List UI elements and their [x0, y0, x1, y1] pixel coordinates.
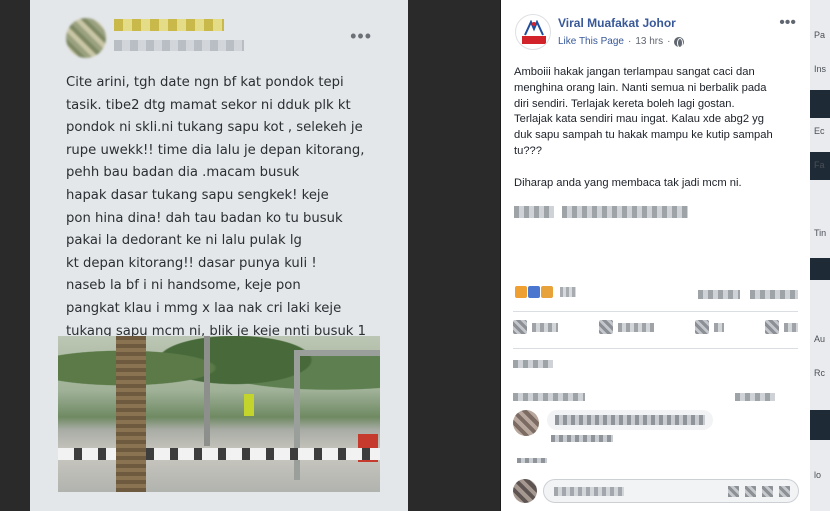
divider	[513, 311, 798, 312]
facebook-post-panel: Viral Muafakat Johor Like This Page · 13…	[501, 0, 810, 511]
gif-icon[interactable]	[762, 486, 773, 497]
write-comment-box	[513, 478, 799, 504]
comment-button[interactable]	[599, 320, 654, 334]
comment-input[interactable]	[543, 479, 799, 503]
shared-photo[interactable]: ••• Cite arini, tgh date ngn bf kat pond…	[0, 0, 500, 511]
blurred-comment-count	[698, 290, 740, 299]
page-logo-icon	[524, 20, 544, 36]
audience-selector[interactable]	[765, 320, 798, 334]
blurred-tag	[562, 206, 688, 218]
thumbs-up-icon	[513, 320, 527, 334]
sidebar-thumbnail	[810, 410, 830, 440]
divider	[513, 348, 798, 349]
like-reaction-icon	[515, 286, 527, 298]
blurred-avatar	[66, 18, 106, 58]
blurred-placeholder	[554, 487, 624, 496]
page-name-link[interactable]: Viral Muafakat Johor	[558, 16, 676, 30]
share-button[interactable]	[695, 320, 724, 334]
comment-tools	[728, 486, 790, 497]
page-logo-band	[522, 36, 546, 44]
blurred-share-count	[750, 290, 798, 299]
blurred-sort-label[interactable]	[513, 393, 585, 401]
comment-bubble	[547, 410, 713, 430]
like-page-link[interactable]: Like This Page	[558, 36, 624, 47]
comment-icon	[599, 320, 613, 334]
palm-trunk	[116, 336, 146, 492]
blurred-tag	[514, 206, 554, 218]
post-actions	[513, 320, 798, 334]
street-sweeper-figure	[244, 394, 254, 416]
painted-curb	[58, 448, 380, 460]
lamp-pole	[204, 336, 210, 446]
sidebar-thumbnail	[810, 258, 830, 280]
blurred-label	[532, 322, 558, 332]
blurred-reaction-count	[560, 287, 576, 297]
commenter-avatar[interactable]	[513, 410, 539, 436]
sidebar-item[interactable]: Fa	[814, 160, 825, 170]
camera-icon[interactable]	[745, 486, 756, 497]
blurred-comment-actions[interactable]	[551, 435, 613, 442]
post-options-icon[interactable]: •••	[779, 14, 796, 32]
page-sidebar-edge: Pa Ins Ec Fa Tin Au Rc lo	[810, 0, 830, 511]
blurred-label	[618, 322, 654, 332]
blurred-username	[114, 19, 224, 31]
meta-separator: ·	[627, 36, 632, 47]
original-post-screenshot: ••• Cite arini, tgh date ngn bf kat pond…	[30, 0, 408, 511]
page-avatar[interactable]	[515, 14, 551, 50]
haha-reaction-icon	[528, 286, 540, 298]
public-globe-icon[interactable]	[674, 36, 685, 48]
sidebar-item[interactable]: Ec	[814, 126, 825, 136]
sidebar-item[interactable]: Pa	[814, 30, 825, 40]
comment-sort-row	[513, 393, 775, 401]
comment-item	[513, 410, 713, 442]
comment-filter-row	[513, 360, 553, 368]
profile-icon	[765, 320, 779, 334]
blurred-label	[784, 322, 798, 332]
blurred-comment-counter	[735, 393, 775, 401]
sidebar-item[interactable]: Rc	[814, 368, 825, 378]
meta-separator: ·	[667, 36, 671, 47]
blurred-filter-label[interactable]	[513, 360, 553, 368]
post-body-text: Amboiii hakak jangan terlampau sangat ca…	[514, 66, 773, 189]
sidebar-item[interactable]: Ins	[814, 64, 826, 74]
sticker-icon[interactable]	[779, 486, 790, 497]
comment-share-counts[interactable]	[698, 290, 798, 299]
post-meta: Like This Page · 13 hrs ·	[558, 36, 685, 48]
sidebar-thumbnail	[810, 90, 830, 118]
my-avatar	[513, 479, 537, 503]
post-time-link[interactable]: 13 hrs	[635, 36, 663, 47]
sidebar-item[interactable]: Au	[814, 334, 825, 344]
blurred-timestamp	[114, 40, 244, 51]
blurred-label	[714, 322, 724, 332]
original-post-text: Cite arini, tgh date ngn bf kat pondok t…	[66, 75, 367, 361]
emoji-icon[interactable]	[728, 486, 739, 497]
sidebar-item[interactable]: lo	[814, 470, 821, 480]
blurred-comment-text	[555, 415, 705, 425]
street-photo	[58, 336, 380, 492]
comment-item	[513, 458, 547, 463]
more-options-icon: •••	[350, 26, 372, 46]
reaction-summary[interactable]	[515, 286, 576, 298]
angry-reaction-icon	[541, 286, 553, 298]
share-icon	[695, 320, 709, 334]
like-button[interactable]	[513, 320, 558, 334]
blurred-more-comments[interactable]	[517, 458, 547, 463]
blurred-hashtags	[514, 206, 688, 218]
sidebar-item[interactable]: Tin	[814, 228, 826, 238]
